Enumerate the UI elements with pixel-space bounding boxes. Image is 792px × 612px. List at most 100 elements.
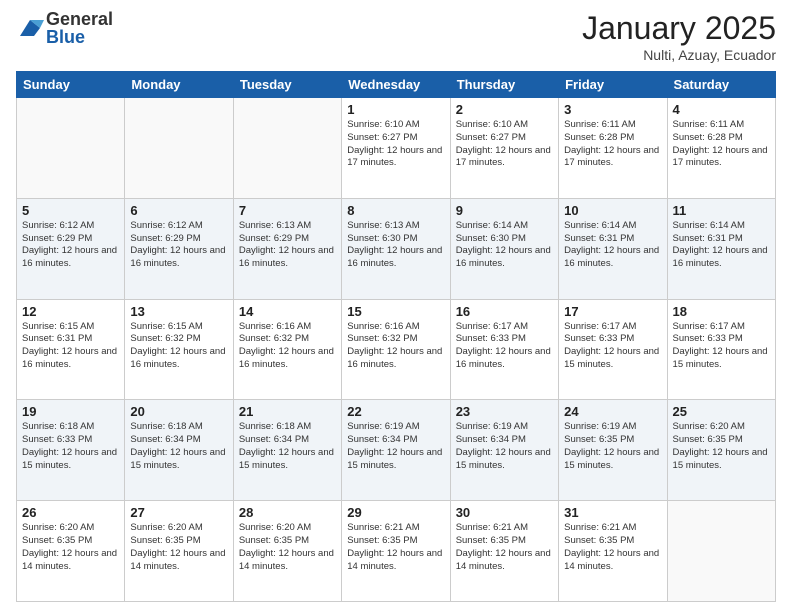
month-title: January 2025: [582, 10, 776, 47]
day-number: 11: [673, 203, 770, 218]
day-info: Sunrise: 6:20 AM Sunset: 6:35 PM Dayligh…: [673, 421, 770, 472]
day-info: Sunrise: 6:20 AM Sunset: 6:35 PM Dayligh…: [130, 522, 227, 573]
day-number: 10: [564, 203, 661, 218]
day-info: Sunrise: 6:10 AM Sunset: 6:27 PM Dayligh…: [347, 119, 444, 170]
col-sunday: Sunday: [17, 72, 125, 98]
day-info: Sunrise: 6:21 AM Sunset: 6:35 PM Dayligh…: [456, 522, 553, 573]
day-number: 25: [673, 404, 770, 419]
day-number: 22: [347, 404, 444, 419]
day-number: 4: [673, 102, 770, 117]
day-info: Sunrise: 6:12 AM Sunset: 6:29 PM Dayligh…: [130, 220, 227, 271]
table-row: 27 Sunrise: 6:20 AM Sunset: 6:35 PM Dayli…: [125, 501, 233, 602]
table-row: 2 Sunrise: 6:10 AM Sunset: 6:27 PM Daylig…: [450, 98, 558, 199]
title-block: January 2025 Nulti, Azuay, Ecuador: [582, 10, 776, 63]
table-row: 3 Sunrise: 6:11 AM Sunset: 6:28 PM Daylig…: [559, 98, 667, 199]
day-info: Sunrise: 6:21 AM Sunset: 6:35 PM Dayligh…: [347, 522, 444, 573]
table-row: 10Sunrise: 6:14 AM Sunset: 6:31 PM Dayli…: [559, 198, 667, 299]
day-number: 15: [347, 304, 444, 319]
day-number: 24: [564, 404, 661, 419]
day-info: Sunrise: 6:18 AM Sunset: 6:34 PM Dayligh…: [239, 421, 336, 472]
col-thursday: Thursday: [450, 72, 558, 98]
table-row: 4 Sunrise: 6:11 AM Sunset: 6:28 PM Daylig…: [667, 98, 775, 199]
table-row: 14 Sunrise: 6:16 AM Sunset: 6:32 PM Dayli…: [233, 299, 341, 400]
day-info: Sunrise: 6:15 AM Sunset: 6:31 PM Dayligh…: [22, 321, 119, 372]
calendar-week-row: 26 Sunrise: 6:20 AM Sunset: 6:35 PM Dayli…: [17, 501, 776, 602]
table-row: [17, 98, 125, 199]
day-number: 16: [456, 304, 553, 319]
table-row: 13Sunrise: 6:15 AM Sunset: 6:32 PM Dayli…: [125, 299, 233, 400]
day-number: 31: [564, 505, 661, 520]
day-number: 26: [22, 505, 119, 520]
table-row: 16 Sunrise: 6:17 AM Sunset: 6:33 PM Dayli…: [450, 299, 558, 400]
table-row: 30 Sunrise: 6:21 AM Sunset: 6:35 PM Dayli…: [450, 501, 558, 602]
day-number: 12: [22, 304, 119, 319]
table-row: 9 Sunrise: 6:14 AM Sunset: 6:30 PM Daylig…: [450, 198, 558, 299]
day-number: 21: [239, 404, 336, 419]
table-row: 20Sunrise: 6:18 AM Sunset: 6:34 PM Dayli…: [125, 400, 233, 501]
table-row: [125, 98, 233, 199]
col-tuesday: Tuesday: [233, 72, 341, 98]
table-row: 19Sunrise: 6:18 AM Sunset: 6:33 PM Dayli…: [17, 400, 125, 501]
day-number: 18: [673, 304, 770, 319]
day-info: Sunrise: 6:17 AM Sunset: 6:33 PM Dayligh…: [673, 321, 770, 372]
table-row: 8 Sunrise: 6:13 AM Sunset: 6:30 PM Daylig…: [342, 198, 450, 299]
table-row: 26Sunrise: 6:20 AM Sunset: 6:35 PM Dayli…: [17, 501, 125, 602]
table-row: 11 Sunrise: 6:14 AM Sunset: 6:31 PM Dayli…: [667, 198, 775, 299]
day-info: Sunrise: 6:11 AM Sunset: 6:28 PM Dayligh…: [673, 119, 770, 170]
day-number: 5: [22, 203, 119, 218]
table-row: 24 Sunrise: 6:19 AM Sunset: 6:35 PM Dayli…: [559, 400, 667, 501]
calendar-header-row: Sunday Monday Tuesday Wednesday Thursday…: [17, 72, 776, 98]
day-number: 28: [239, 505, 336, 520]
table-row: 23 Sunrise: 6:19 AM Sunset: 6:34 PM Dayli…: [450, 400, 558, 501]
calendar-week-row: 12 Sunrise: 6:15 AM Sunset: 6:31 PM Dayli…: [17, 299, 776, 400]
table-row: 22Sunrise: 6:19 AM Sunset: 6:34 PM Dayli…: [342, 400, 450, 501]
calendar-week-row: 19Sunrise: 6:18 AM Sunset: 6:33 PM Dayli…: [17, 400, 776, 501]
day-number: 20: [130, 404, 227, 419]
logo: General Blue: [16, 10, 113, 46]
day-info: Sunrise: 6:16 AM Sunset: 6:32 PM Dayligh…: [239, 321, 336, 372]
day-info: Sunrise: 6:13 AM Sunset: 6:29 PM Dayligh…: [239, 220, 336, 271]
day-info: Sunrise: 6:10 AM Sunset: 6:27 PM Dayligh…: [456, 119, 553, 170]
day-number: 30: [456, 505, 553, 520]
day-number: 7: [239, 203, 336, 218]
day-info: Sunrise: 6:17 AM Sunset: 6:33 PM Dayligh…: [456, 321, 553, 372]
day-number: 3: [564, 102, 661, 117]
table-row: 21 Sunrise: 6:18 AM Sunset: 6:34 PM Dayli…: [233, 400, 341, 501]
page: General Blue January 2025 Nulti, Azuay, …: [0, 0, 792, 612]
day-number: 23: [456, 404, 553, 419]
day-number: 13: [130, 304, 227, 319]
table-row: 1 Sunrise: 6:10 AM Sunset: 6:27 PM Daylig…: [342, 98, 450, 199]
table-row: 29 Sunrise: 6:21 AM Sunset: 6:35 PM Dayli…: [342, 501, 450, 602]
calendar-week-row: 1 Sunrise: 6:10 AM Sunset: 6:27 PM Daylig…: [17, 98, 776, 199]
logo-blue: Blue: [46, 28, 113, 46]
day-number: 9: [456, 203, 553, 218]
col-friday: Friday: [559, 72, 667, 98]
table-row: 5Sunrise: 6:12 AM Sunset: 6:29 PM Daylig…: [17, 198, 125, 299]
day-number: 6: [130, 203, 227, 218]
calendar-table: Sunday Monday Tuesday Wednesday Thursday…: [16, 71, 776, 602]
table-row: 17Sunrise: 6:17 AM Sunset: 6:33 PM Dayli…: [559, 299, 667, 400]
day-number: 17: [564, 304, 661, 319]
day-info: Sunrise: 6:13 AM Sunset: 6:30 PM Dayligh…: [347, 220, 444, 271]
day-info: Sunrise: 6:20 AM Sunset: 6:35 PM Dayligh…: [239, 522, 336, 573]
day-number: 14: [239, 304, 336, 319]
day-info: Sunrise: 6:11 AM Sunset: 6:28 PM Dayligh…: [564, 119, 661, 170]
day-number: 27: [130, 505, 227, 520]
day-number: 29: [347, 505, 444, 520]
day-info: Sunrise: 6:18 AM Sunset: 6:33 PM Dayligh…: [22, 421, 119, 472]
day-number: 1: [347, 102, 444, 117]
day-info: Sunrise: 6:14 AM Sunset: 6:31 PM Dayligh…: [673, 220, 770, 271]
table-row: [667, 501, 775, 602]
day-info: Sunrise: 6:19 AM Sunset: 6:34 PM Dayligh…: [456, 421, 553, 472]
day-number: 2: [456, 102, 553, 117]
day-number: 8: [347, 203, 444, 218]
table-row: 25 Sunrise: 6:20 AM Sunset: 6:35 PM Dayli…: [667, 400, 775, 501]
table-row: 18 Sunrise: 6:17 AM Sunset: 6:33 PM Dayli…: [667, 299, 775, 400]
location: Nulti, Azuay, Ecuador: [582, 47, 776, 63]
col-wednesday: Wednesday: [342, 72, 450, 98]
day-info: Sunrise: 6:14 AM Sunset: 6:30 PM Dayligh…: [456, 220, 553, 271]
table-row: 6 Sunrise: 6:12 AM Sunset: 6:29 PM Daylig…: [125, 198, 233, 299]
day-info: Sunrise: 6:19 AM Sunset: 6:35 PM Dayligh…: [564, 421, 661, 472]
table-row: 12 Sunrise: 6:15 AM Sunset: 6:31 PM Dayli…: [17, 299, 125, 400]
table-row: [233, 98, 341, 199]
